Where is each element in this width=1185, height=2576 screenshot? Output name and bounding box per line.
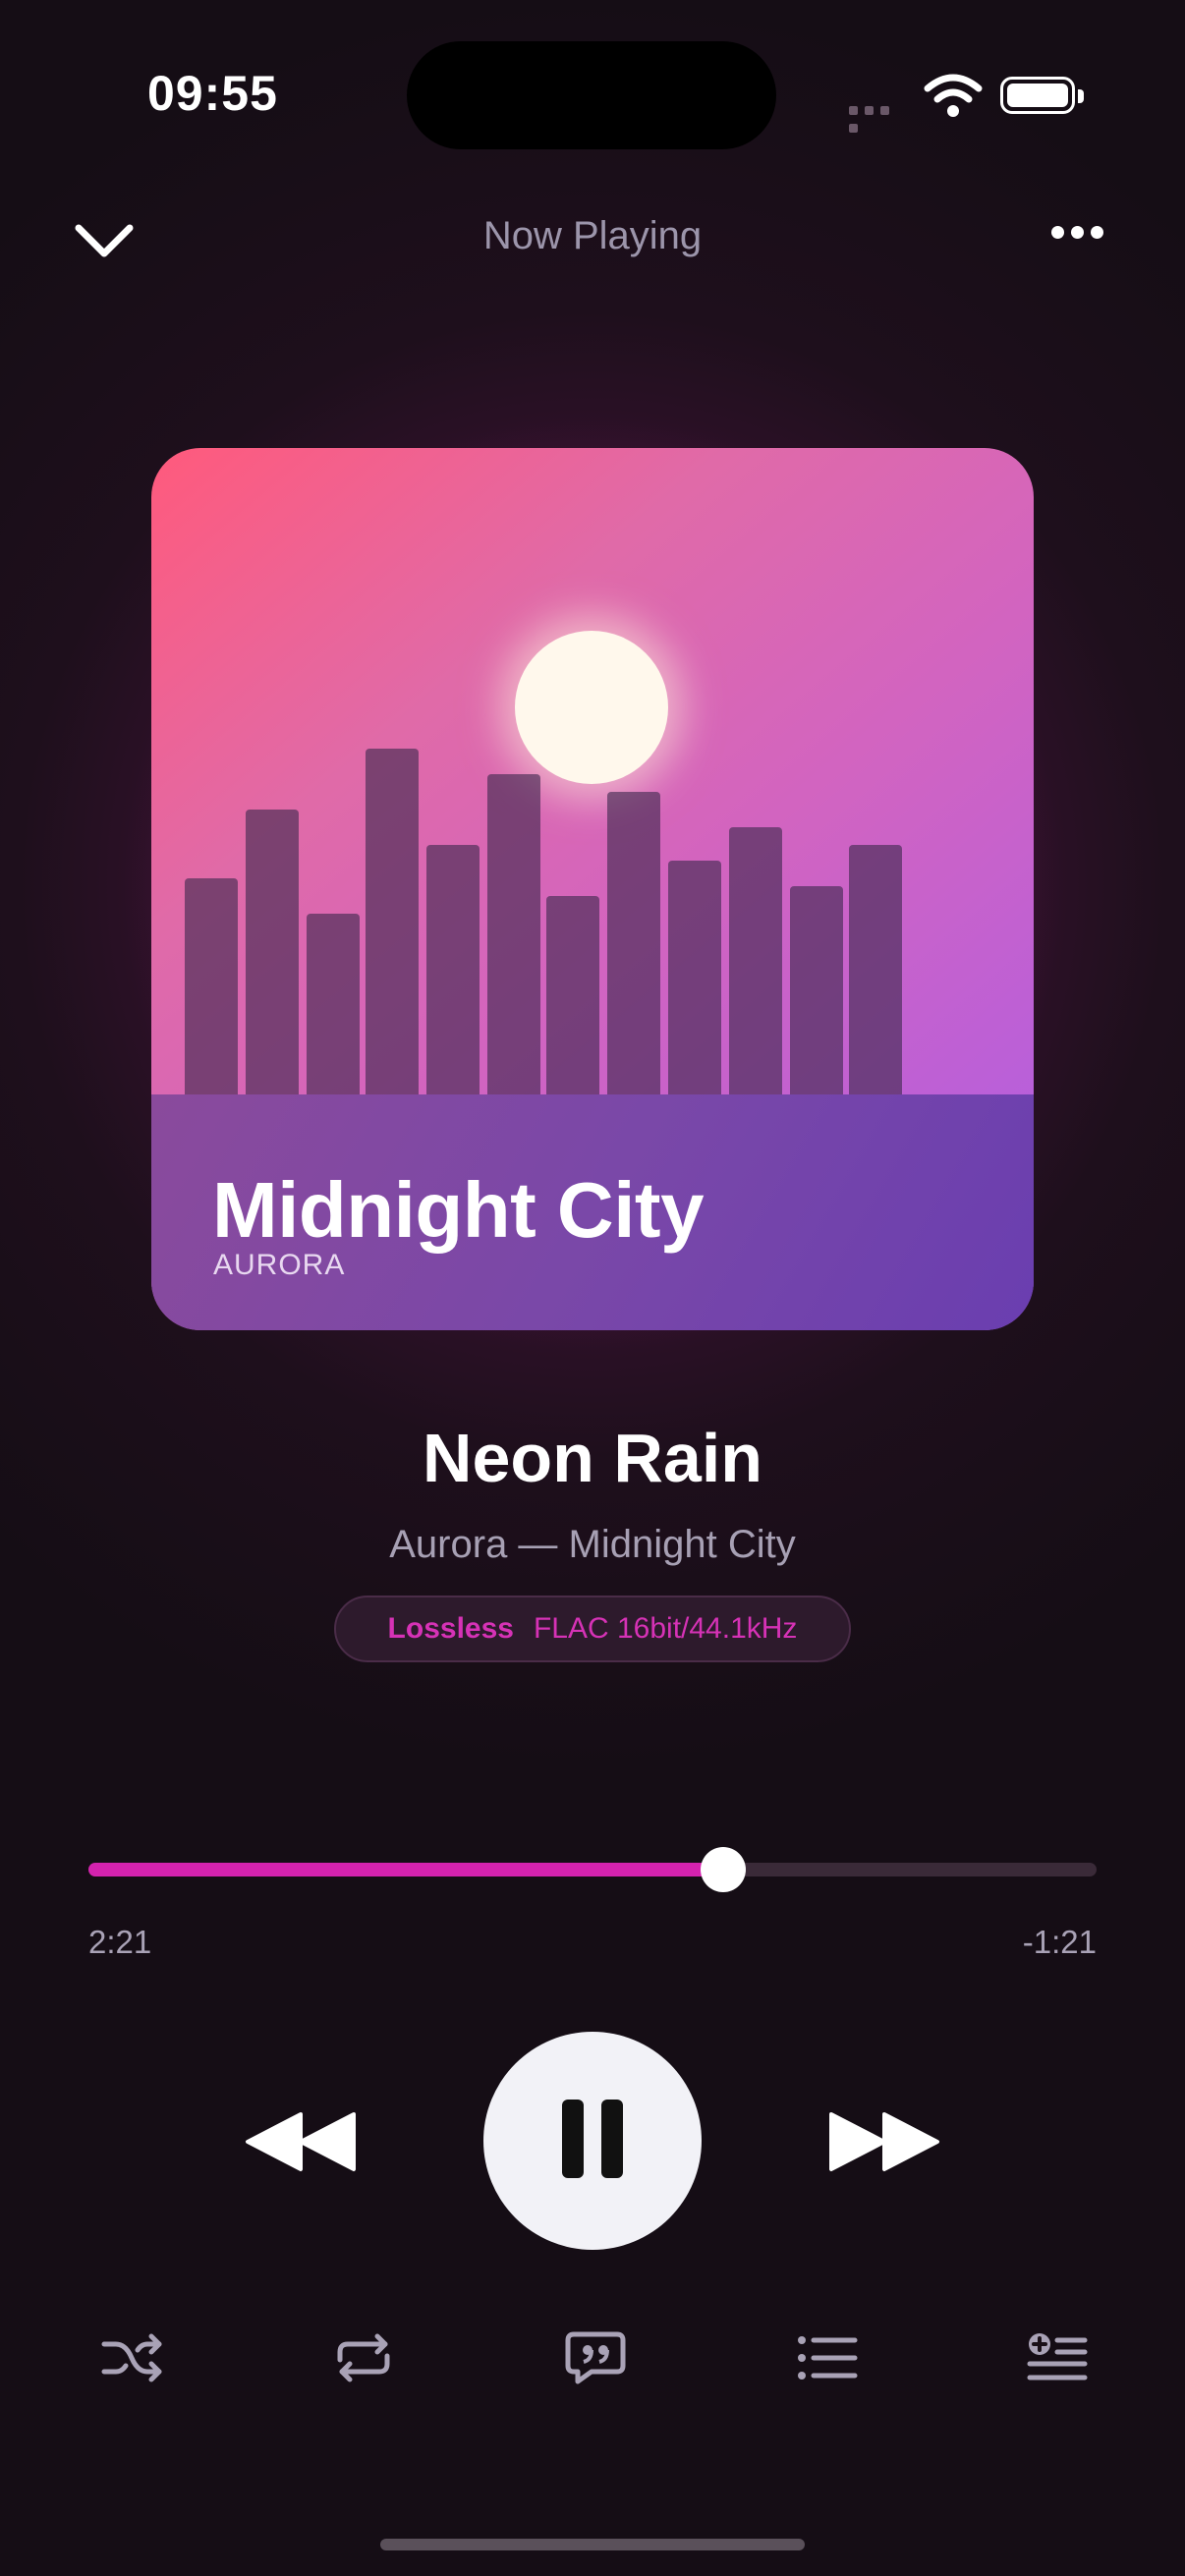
repeat-icon[interactable] [332, 2330, 395, 2385]
album-art-building [366, 749, 419, 1102]
queue-icon[interactable] [796, 2330, 859, 2385]
shuffle-icon[interactable] [100, 2330, 163, 2385]
album-art-building [790, 886, 843, 1102]
rewind-icon[interactable] [244, 2110, 358, 2173]
pause-button[interactable] [483, 2032, 702, 2250]
album-art-building [426, 845, 480, 1102]
album-art: Midnight City AURORA [151, 448, 1034, 1330]
lossless-label: Lossless [387, 1612, 514, 1645]
remaining-time: -1:21 [1022, 1924, 1097, 1960]
cellular-signal-icon [849, 102, 908, 133]
add-to-queue-icon[interactable] [1026, 2330, 1089, 2385]
album-art-building [246, 810, 299, 1102]
album-art-building [546, 896, 599, 1102]
album-art-building [849, 845, 902, 1102]
album-art-sun [515, 631, 668, 784]
album-art-building [729, 827, 782, 1102]
lossless-badge[interactable]: Lossless FLAC 16bit/44.1kHz [334, 1596, 851, 1662]
album-art-building [668, 861, 721, 1102]
status-time: 09:55 [147, 66, 278, 121]
more-options-icon[interactable] [1051, 226, 1110, 257]
pause-icon [553, 2099, 632, 2183]
battery-icon [1000, 77, 1084, 114]
home-indicator[interactable] [380, 2539, 805, 2550]
progress-fill [88, 1863, 724, 1876]
track-title: Neon Rain [422, 1420, 763, 1496]
album-art-building [487, 774, 540, 1102]
album-art-building [185, 878, 238, 1102]
album-art-building [607, 792, 660, 1102]
progress-thumb[interactable] [701, 1847, 747, 1892]
dynamic-island [407, 41, 776, 149]
album-art-building [307, 914, 360, 1102]
fast-forward-icon[interactable] [827, 2110, 941, 2173]
album-art-title: Midnight City [212, 1166, 705, 1254]
elapsed-time: 2:21 [88, 1924, 152, 1960]
track-subtitle[interactable]: Aurora — Midnight City [0, 1523, 1185, 1567]
lyrics-icon[interactable] [564, 2330, 627, 2385]
wifi-icon [924, 74, 983, 117]
page-title: Now Playing [482, 214, 703, 257]
audio-format-label: FLAC 16bit/44.1kHz [533, 1612, 798, 1645]
album-art-artist: AURORA [213, 1249, 346, 1281]
